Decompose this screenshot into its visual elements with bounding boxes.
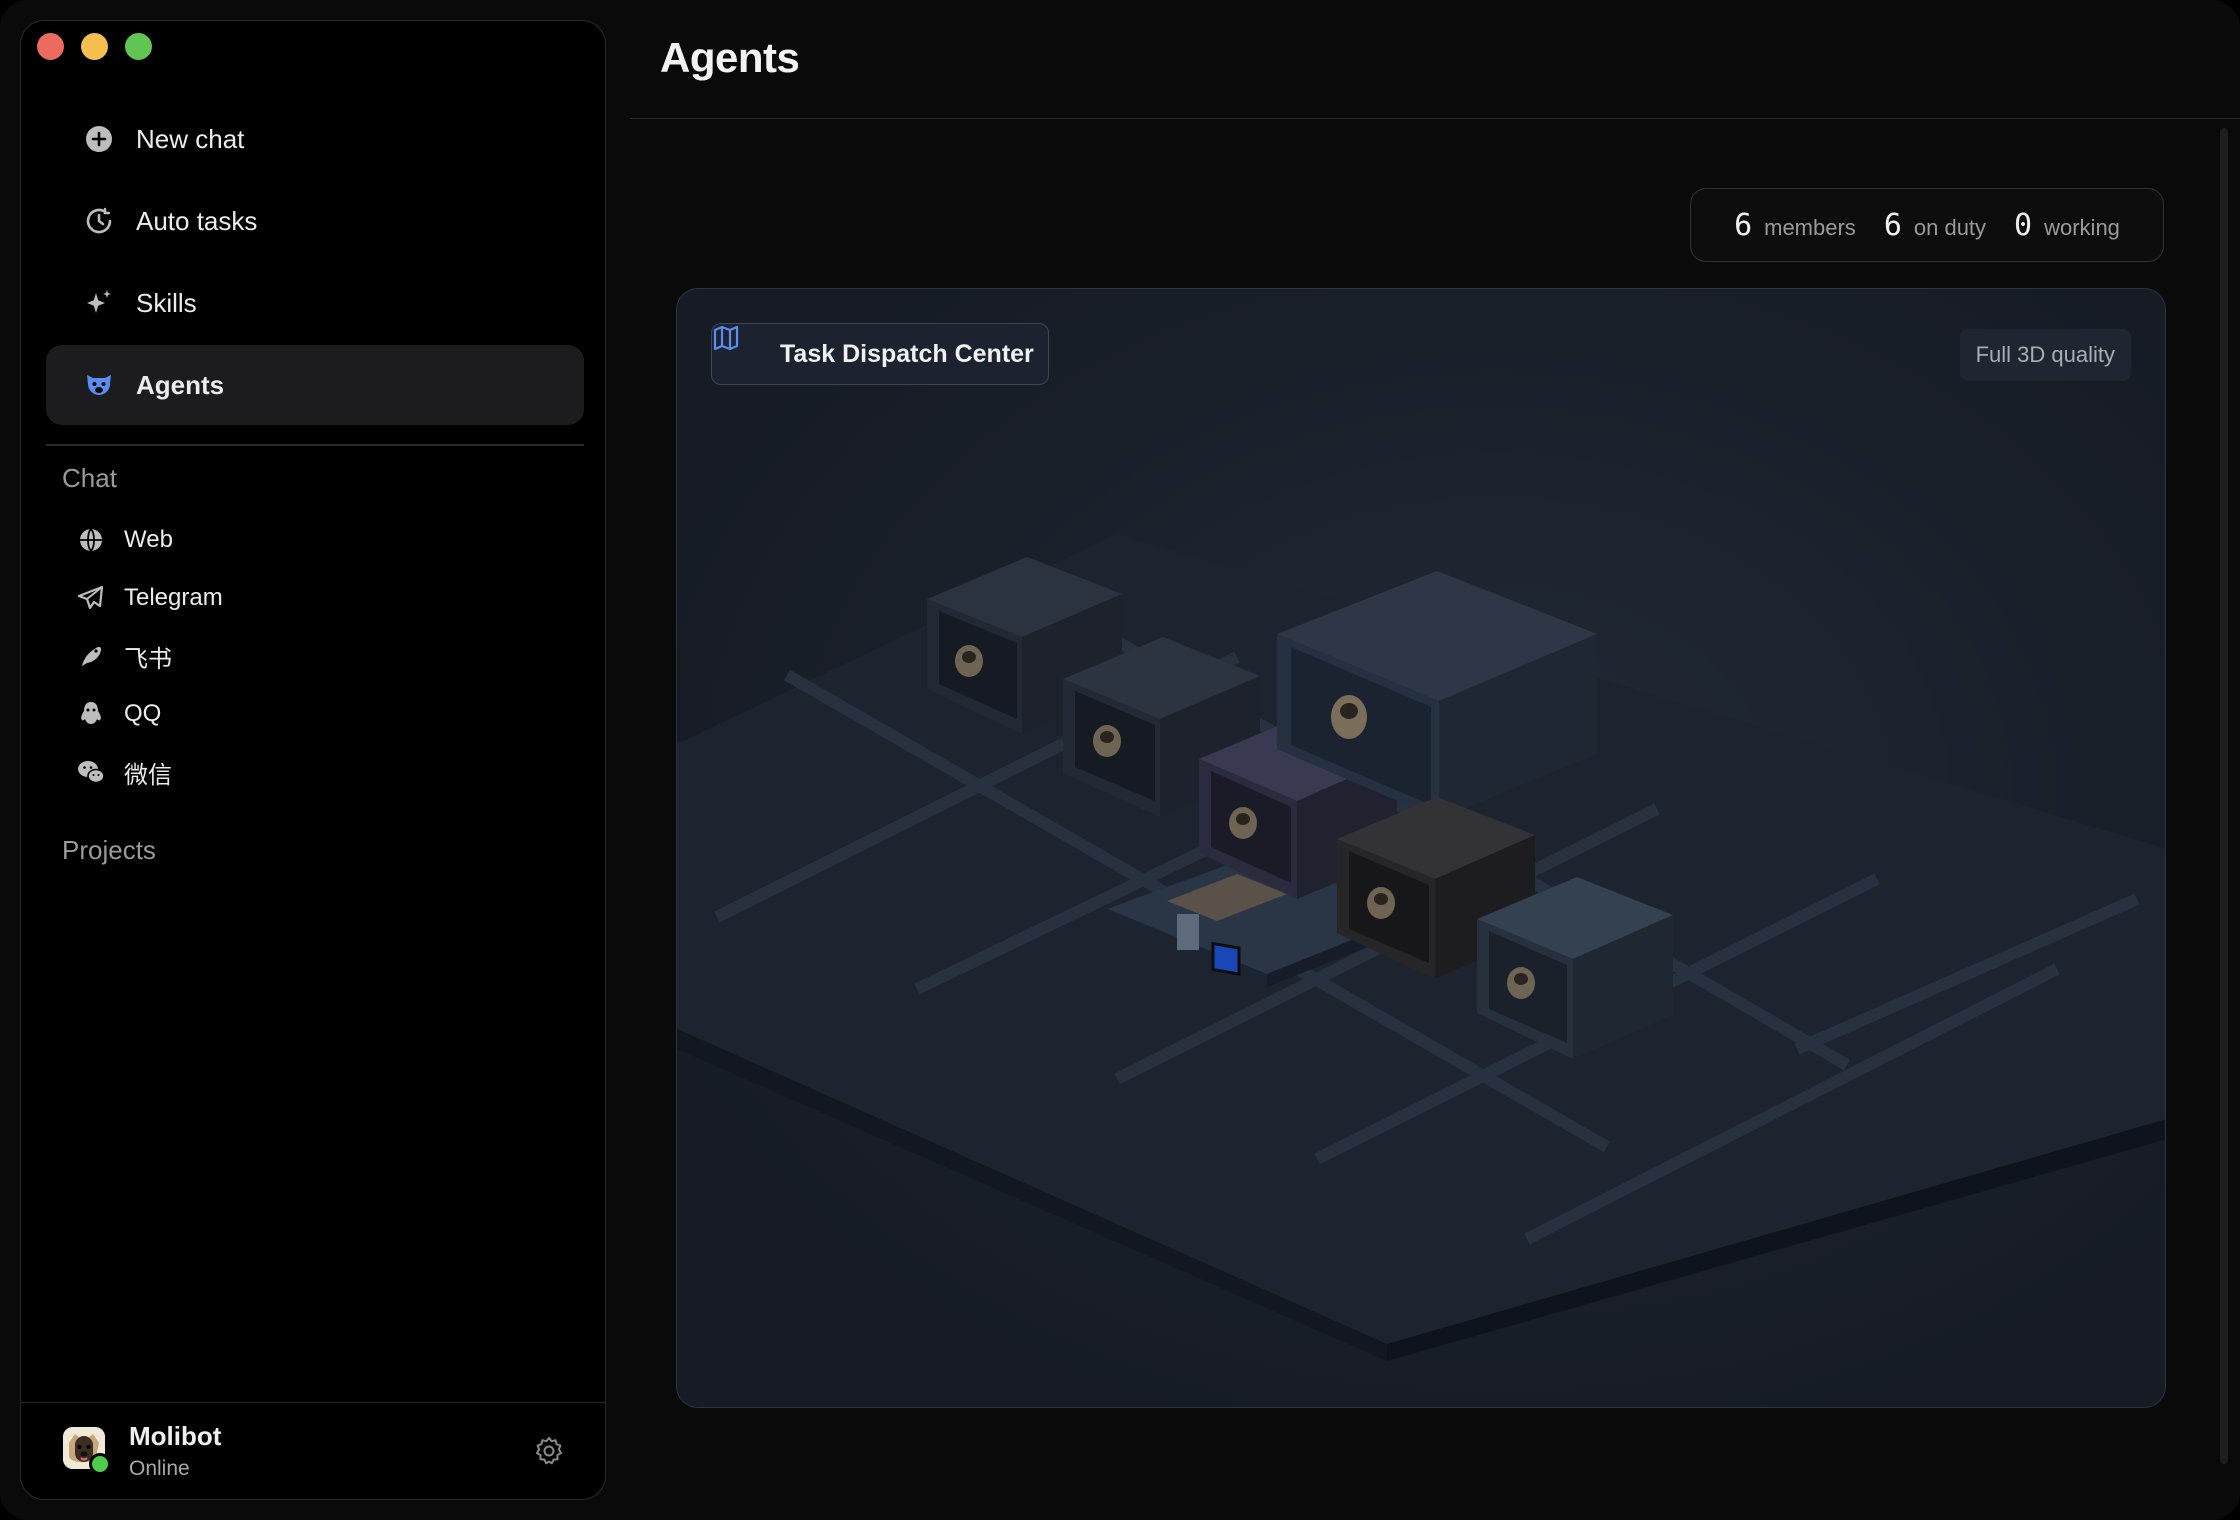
close-window-button[interactable] [37,33,64,60]
online-indicator [89,1453,111,1475]
stat-on-duty: 6 on duty [1884,208,1986,243]
user-name: Molibot [129,1421,222,1451]
quality-toggle-button[interactable]: Full 3D quality [1959,329,2131,381]
sidebar-item-skills[interactable]: Skills [46,263,584,343]
chat-channel-label: 飞书 [124,645,172,673]
gear-icon[interactable] [533,1435,565,1467]
sidebar-nav: New chat Auto tasks Skills Agents [46,99,584,427]
sidebar-item-agents[interactable]: Agents [46,345,584,425]
agent-stats: 6 members 6 on duty 0 working [1690,188,2164,262]
paper-plane-icon [76,583,106,613]
chat-channel-telegram[interactable]: Telegram [76,569,223,627]
stat-value: 0 [2014,207,2033,243]
stat-value: 6 [1734,207,1753,243]
chat-channel-label: Telegram [124,584,223,611]
wechat-icon [76,757,106,787]
dispatch-label: Task Dispatch Center [780,339,1034,368]
sidebar-item-label: Agents [136,369,225,400]
globe-icon [76,525,106,555]
projects-section-label[interactable]: Projects [62,835,156,866]
sidebar-item-label: Auto tasks [136,205,258,236]
stat-working: 0 working [2014,208,2120,243]
office-3d-scene[interactable]: Task Dispatch Center Full 3D quality [676,288,2166,1408]
chat-channel-web[interactable]: Web [76,511,223,569]
sidebar-divider [46,444,584,446]
avatar[interactable] [63,1427,111,1475]
user-status: Online [129,1457,190,1480]
chat-channel-feishu[interactable]: 飞书 [76,627,223,685]
sidebar-item-label: New chat [136,123,245,154]
sidebar-item-auto-tasks[interactable]: Auto tasks [46,181,584,261]
sparkle-icon [82,286,116,320]
pug-icon [82,368,116,402]
chat-channel-wechat[interactable]: 微信 [76,743,223,801]
window-controls [37,33,152,60]
chat-channel-label: 微信 [124,761,172,789]
chat-channel-qq[interactable]: QQ [76,685,223,743]
qq-penguin-icon [76,699,106,729]
stat-label: on duty [1913,214,1987,240]
stat-members: 6 members [1734,208,1856,243]
minimize-window-button[interactable] [81,33,108,60]
stat-label: members [1764,214,1856,240]
sidebar-item-new-chat[interactable]: New chat [46,99,584,179]
map-icon [713,325,762,368]
feishu-bird-icon [76,641,106,671]
task-dispatch-center-button[interactable]: Task Dispatch Center [711,323,1049,385]
chat-channel-label: QQ [124,700,162,727]
scrollbar[interactable] [2220,128,2228,1464]
sidebar: New chat Auto tasks Skills Agents Chat W… [20,20,606,1500]
page-title: Agents [660,34,800,81]
chat-section-label: Chat [62,463,117,493]
isometric-office-illustration [677,289,2165,1407]
clock-cycle-icon [82,204,116,238]
chat-channel-label: Web [124,526,173,553]
user-panel: Molibot Online [21,1402,605,1499]
plus-circle-icon [82,122,116,156]
stat-label: working [2044,214,2120,240]
stat-value: 6 [1883,207,1902,243]
chat-channel-list: Web Telegram 飞书 QQ 微信 [76,511,223,801]
page-header: Agents [630,0,2240,119]
app-window: New chat Auto tasks Skills Agents Chat W… [0,0,2240,1520]
zoom-window-button[interactable] [125,33,152,60]
sidebar-item-label: Skills [136,287,197,318]
